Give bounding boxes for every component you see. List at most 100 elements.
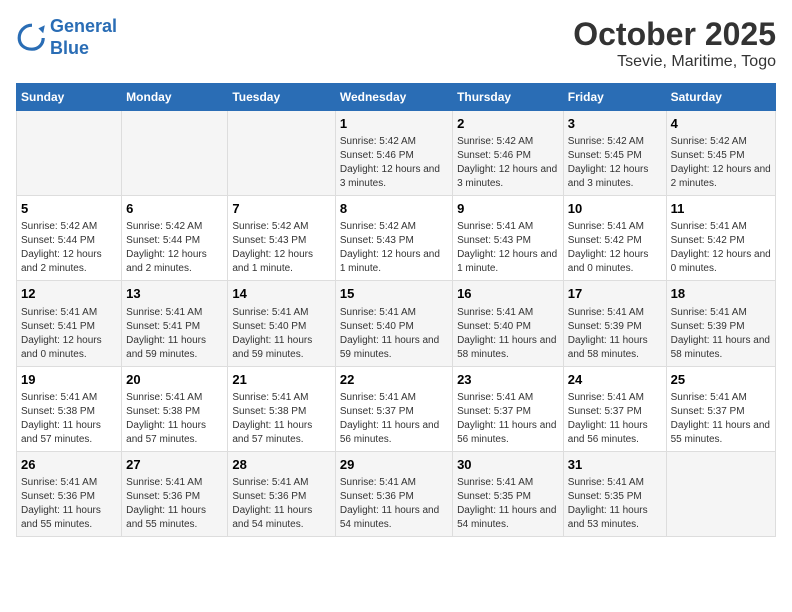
- day-of-week-header: Saturday: [666, 84, 775, 111]
- day-info: Daylight: 11 hours and 58 minutes.: [568, 334, 662, 362]
- title-block: October 2025 Tsevie, Maritime, Togo: [573, 16, 776, 71]
- day-info: Sunset: 5:36 PM: [232, 490, 330, 504]
- day-of-week-header: Sunday: [17, 84, 122, 111]
- day-info: Sunset: 5:41 PM: [21, 320, 117, 334]
- day-info: Sunrise: 5:41 AM: [671, 391, 771, 405]
- day-info: Sunrise: 5:41 AM: [568, 391, 662, 405]
- calendar-cell: 21Sunrise: 5:41 AMSunset: 5:38 PMDayligh…: [228, 366, 335, 451]
- calendar-subtitle: Tsevie, Maritime, Togo: [573, 53, 776, 71]
- calendar-cell: 6Sunrise: 5:42 AMSunset: 5:44 PMDaylight…: [122, 196, 228, 281]
- day-number: 7: [232, 200, 330, 218]
- calendar-cell: 12Sunrise: 5:41 AMSunset: 5:41 PMDayligh…: [17, 281, 122, 366]
- calendar-cell: 17Sunrise: 5:41 AMSunset: 5:39 PMDayligh…: [563, 281, 666, 366]
- calendar-cell: 28 Sunrise: 5:41 AMSunset: 5:36 PMDayligh…: [228, 451, 335, 536]
- day-info: Daylight: 12 hours and 3 minutes.: [457, 163, 559, 191]
- calendar-cell: 23Sunrise: 5:41 AMSunset: 5:37 PMDayligh…: [453, 366, 564, 451]
- day-info: Daylight: 12 hours and 3 minutes.: [340, 163, 448, 191]
- day-info: Sunrise: 5:42 AM: [232, 220, 330, 234]
- page-header: General Blue October 2025 Tsevie, Mariti…: [16, 16, 776, 71]
- calendar-week-row: 26Sunrise: 5:41 AMSunset: 5:36 PMDayligh…: [17, 451, 776, 536]
- day-info: Sunset: 5:42 PM: [671, 234, 771, 248]
- calendar-cell: [228, 111, 335, 196]
- day-info: Daylight: 11 hours and 57 minutes.: [21, 419, 117, 447]
- calendar-cell: [666, 451, 775, 536]
- day-info: Daylight: 11 hours and 54 minutes.: [457, 504, 559, 532]
- calendar-cell: 22Sunrise: 5:41 AMSunset: 5:37 PMDayligh…: [335, 366, 452, 451]
- calendar-cell: 2Sunrise: 5:42 AMSunset: 5:46 PMDaylight…: [453, 111, 564, 196]
- calendar-week-row: 19Sunrise: 5:41 AMSunset: 5:38 PMDayligh…: [17, 366, 776, 451]
- day-info: Sunrise: 5:41 AM: [568, 476, 662, 490]
- calendar-week-row: 5Sunrise: 5:42 AMSunset: 5:44 PMDaylight…: [17, 196, 776, 281]
- calendar-week-row: 12Sunrise: 5:41 AMSunset: 5:41 PMDayligh…: [17, 281, 776, 366]
- calendar-cell: 4Sunrise: 5:42 AMSunset: 5:45 PMDaylight…: [666, 111, 775, 196]
- day-info: Sunrise: 5:41 AM: [457, 391, 559, 405]
- day-info: Sunrise: 5:42 AM: [340, 220, 448, 234]
- day-info: Sunrise: 5:41 AM: [232, 476, 330, 490]
- day-info: Sunset: 5:46 PM: [340, 149, 448, 163]
- day-info: Daylight: 12 hours and 1 minute.: [457, 248, 559, 276]
- day-info: Daylight: 11 hours and 56 minutes.: [568, 419, 662, 447]
- logo-general: General: [50, 16, 117, 36]
- calendar-cell: 19Sunrise: 5:41 AMSunset: 5:38 PMDayligh…: [17, 366, 122, 451]
- day-info: Sunset: 5:44 PM: [126, 234, 223, 248]
- day-info: Daylight: 12 hours and 0 minutes.: [568, 248, 662, 276]
- day-info: Sunrise: 5:41 AM: [340, 391, 448, 405]
- day-info: Sunset: 5:37 PM: [457, 405, 559, 419]
- day-info: Daylight: 12 hours and 0 minutes.: [21, 334, 117, 362]
- day-info: Daylight: 12 hours and 2 minutes.: [671, 163, 771, 191]
- day-info: Sunrise: 5:42 AM: [340, 135, 448, 149]
- day-info: Sunset: 5:37 PM: [340, 405, 448, 419]
- day-info: Sunset: 5:37 PM: [568, 405, 662, 419]
- calendar-cell: 15Sunrise: 5:41 AMSunset: 5:40 PMDayligh…: [335, 281, 452, 366]
- calendar-cell: [17, 111, 122, 196]
- day-info: Sunset: 5:39 PM: [568, 320, 662, 334]
- day-info: Sunset: 5:35 PM: [568, 490, 662, 504]
- day-number: 23: [457, 371, 559, 389]
- day-number: 11: [671, 200, 771, 218]
- day-info: Daylight: 11 hours and 54 minutes.: [340, 504, 448, 532]
- day-number: 8: [340, 200, 448, 218]
- day-info: Sunrise: 5:41 AM: [232, 391, 330, 405]
- day-of-week-header: Monday: [122, 84, 228, 111]
- day-info: Daylight: 11 hours and 54 minutes.: [232, 504, 330, 532]
- day-info: Daylight: 12 hours and 0 minutes.: [671, 248, 771, 276]
- calendar-cell: 30Sunrise: 5:41 AMSunset: 5:35 PMDayligh…: [453, 451, 564, 536]
- day-number: 2: [457, 115, 559, 133]
- calendar-cell: 25Sunrise: 5:41 AMSunset: 5:37 PMDayligh…: [666, 366, 775, 451]
- day-info: Daylight: 11 hours and 55 minutes.: [671, 419, 771, 447]
- day-info: Daylight: 11 hours and 59 minutes.: [232, 334, 330, 362]
- day-info: Sunset: 5:45 PM: [568, 149, 662, 163]
- day-of-week-header: Friday: [563, 84, 666, 111]
- day-info: Sunrise: 5:41 AM: [126, 476, 223, 490]
- calendar-cell: 16Sunrise: 5:41 AMSunset: 5:40 PMDayligh…: [453, 281, 564, 366]
- day-info: Sunset: 5:44 PM: [21, 234, 117, 248]
- day-number: 27: [126, 456, 223, 474]
- day-info: Sunset: 5:39 PM: [671, 320, 771, 334]
- day-info: Sunset: 5:43 PM: [457, 234, 559, 248]
- day-info: Sunrise: 5:41 AM: [21, 476, 117, 490]
- day-number: 1: [340, 115, 448, 133]
- calendar-cell: 31Sunrise: 5:41 AMSunset: 5:35 PMDayligh…: [563, 451, 666, 536]
- day-info: Sunset: 5:40 PM: [457, 320, 559, 334]
- day-info: Sunrise: 5:42 AM: [126, 220, 223, 234]
- calendar-week-row: 1Sunrise: 5:42 AMSunset: 5:46 PMDaylight…: [17, 111, 776, 196]
- day-info: Sunrise: 5:41 AM: [568, 220, 662, 234]
- day-number: 28: [232, 456, 330, 474]
- day-number: 24: [568, 371, 662, 389]
- day-info: Daylight: 11 hours and 57 minutes.: [126, 419, 223, 447]
- day-info: Sunrise: 5:41 AM: [232, 306, 330, 320]
- day-of-week-header: Thursday: [453, 84, 564, 111]
- day-info: Sunset: 5:45 PM: [671, 149, 771, 163]
- calendar-cell: 27Sunrise: 5:41 AMSunset: 5:36 PMDayligh…: [122, 451, 228, 536]
- day-info: Daylight: 11 hours and 58 minutes.: [457, 334, 559, 362]
- calendar-cell: 26Sunrise: 5:41 AMSunset: 5:36 PMDayligh…: [17, 451, 122, 536]
- day-info: Sunset: 5:35 PM: [457, 490, 559, 504]
- day-info: Sunset: 5:36 PM: [21, 490, 117, 504]
- day-info: Sunrise: 5:42 AM: [21, 220, 117, 234]
- calendar-cell: 14Sunrise: 5:41 AMSunset: 5:40 PMDayligh…: [228, 281, 335, 366]
- day-info: Sunset: 5:43 PM: [232, 234, 330, 248]
- day-info: Sunrise: 5:41 AM: [126, 306, 223, 320]
- day-info: Daylight: 11 hours and 58 minutes.: [671, 334, 771, 362]
- day-info: Daylight: 11 hours and 59 minutes.: [340, 334, 448, 362]
- day-number: 15: [340, 285, 448, 303]
